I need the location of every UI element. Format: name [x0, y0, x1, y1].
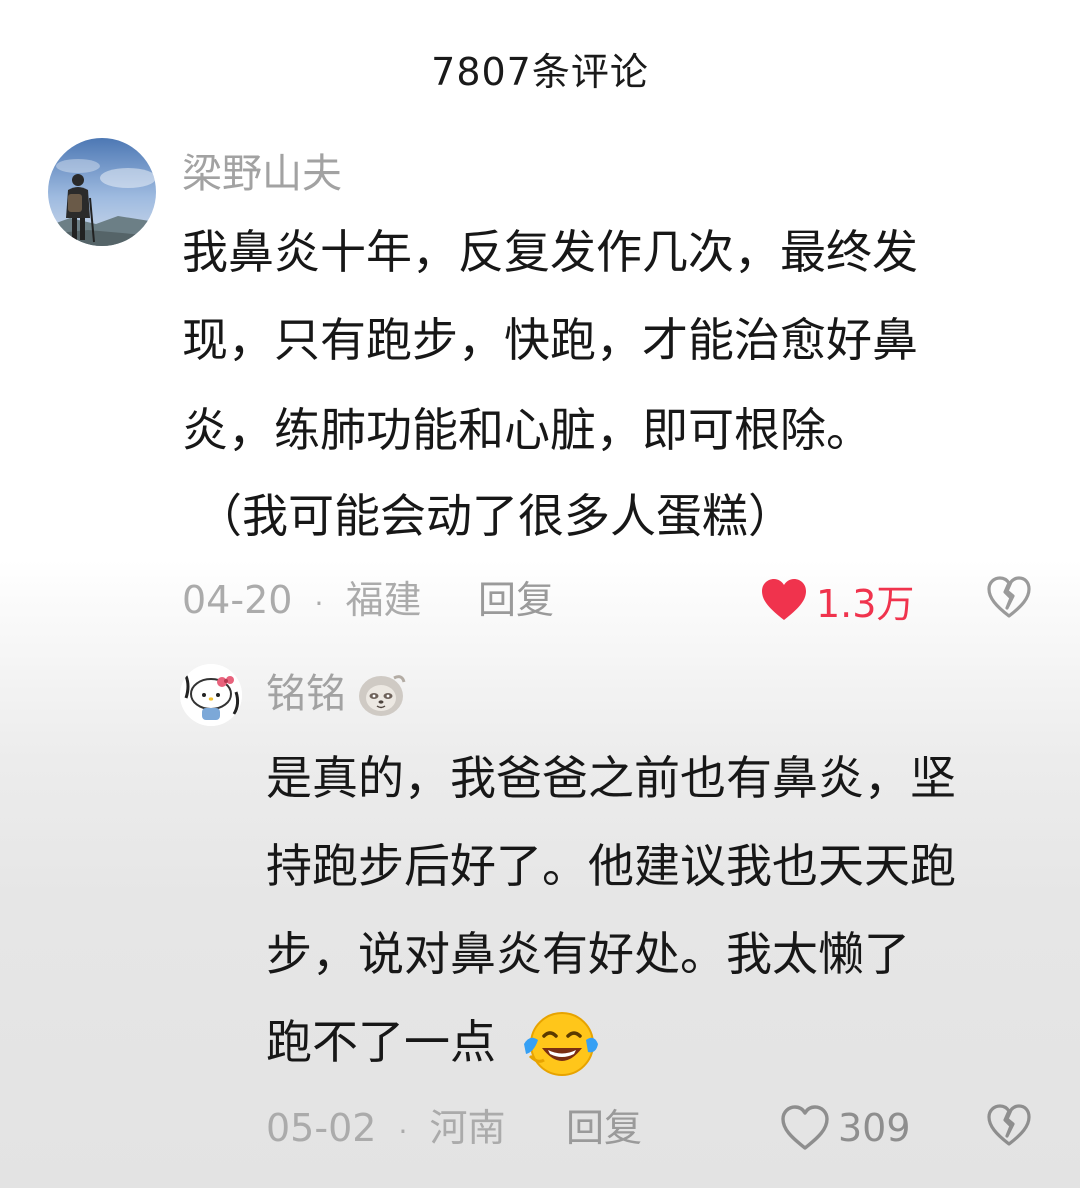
meta-separator: · — [314, 587, 324, 620]
comment-text-line: 现，只有跑步，快跑，才能治愈好鼻 — [182, 313, 918, 367]
reply-text-last: 跑不了一点 — [266, 1015, 496, 1069]
dislike-icon — [987, 1104, 1031, 1146]
like-count: 309 — [838, 1106, 911, 1150]
sloth-badge-icon — [354, 670, 408, 720]
dislike-button[interactable] — [986, 1104, 1032, 1148]
laughing-emoji-icon — [522, 1010, 600, 1078]
reply-location: 河南 — [429, 1106, 506, 1150]
like-button[interactable]: 309 — [780, 1100, 911, 1156]
dislike-icon — [987, 576, 1031, 618]
dislike-button[interactable] — [986, 576, 1032, 620]
comment-date: 04-20 — [182, 578, 293, 622]
like-button[interactable]: 1.3万 — [760, 572, 914, 628]
comment-location: 福建 — [345, 578, 422, 622]
reply-text-line: 步，说对鼻炎有好处。我太懒了 — [266, 927, 910, 981]
comments-count-title: 7807条评论 — [431, 50, 649, 94]
reply-text-line: 是真的，我爸爸之前也有鼻炎，坚 — [266, 751, 956, 805]
reply-date: 05-02 — [266, 1106, 377, 1150]
comment-text-line: 炎，练肺功能和心脏，即可根除。 — [182, 403, 872, 457]
reply-text-line: 跑不了一点 — [266, 1012, 496, 1072]
avatar[interactable] — [48, 138, 156, 246]
like-count: 1.3万 — [816, 581, 915, 626]
heart-icon — [762, 579, 806, 620]
heart-icon — [781, 1105, 829, 1150]
reply-text-line: 持跑步后好了。他建议我也天天跑 — [266, 839, 956, 893]
comment-text-line: （我可能会动了很多人蛋糕） — [196, 489, 794, 543]
reply-button[interactable]: 回复 — [566, 1102, 642, 1154]
comment-meta: 04-20 · 福建 — [182, 574, 422, 630]
reply-username-text: 铭铭 — [266, 671, 346, 717]
comment-text-line: 我鼻炎十年，反复发作几次，最终发 — [182, 225, 918, 279]
avatar[interactable] — [180, 664, 242, 726]
comment-username[interactable]: 梁野山夫 — [182, 148, 342, 200]
reply-meta: 05-02 · 河南 — [266, 1102, 506, 1158]
reply-button[interactable]: 回复 — [478, 574, 554, 626]
meta-separator: · — [398, 1115, 408, 1148]
reply-username[interactable]: 铭铭 — [266, 668, 346, 720]
